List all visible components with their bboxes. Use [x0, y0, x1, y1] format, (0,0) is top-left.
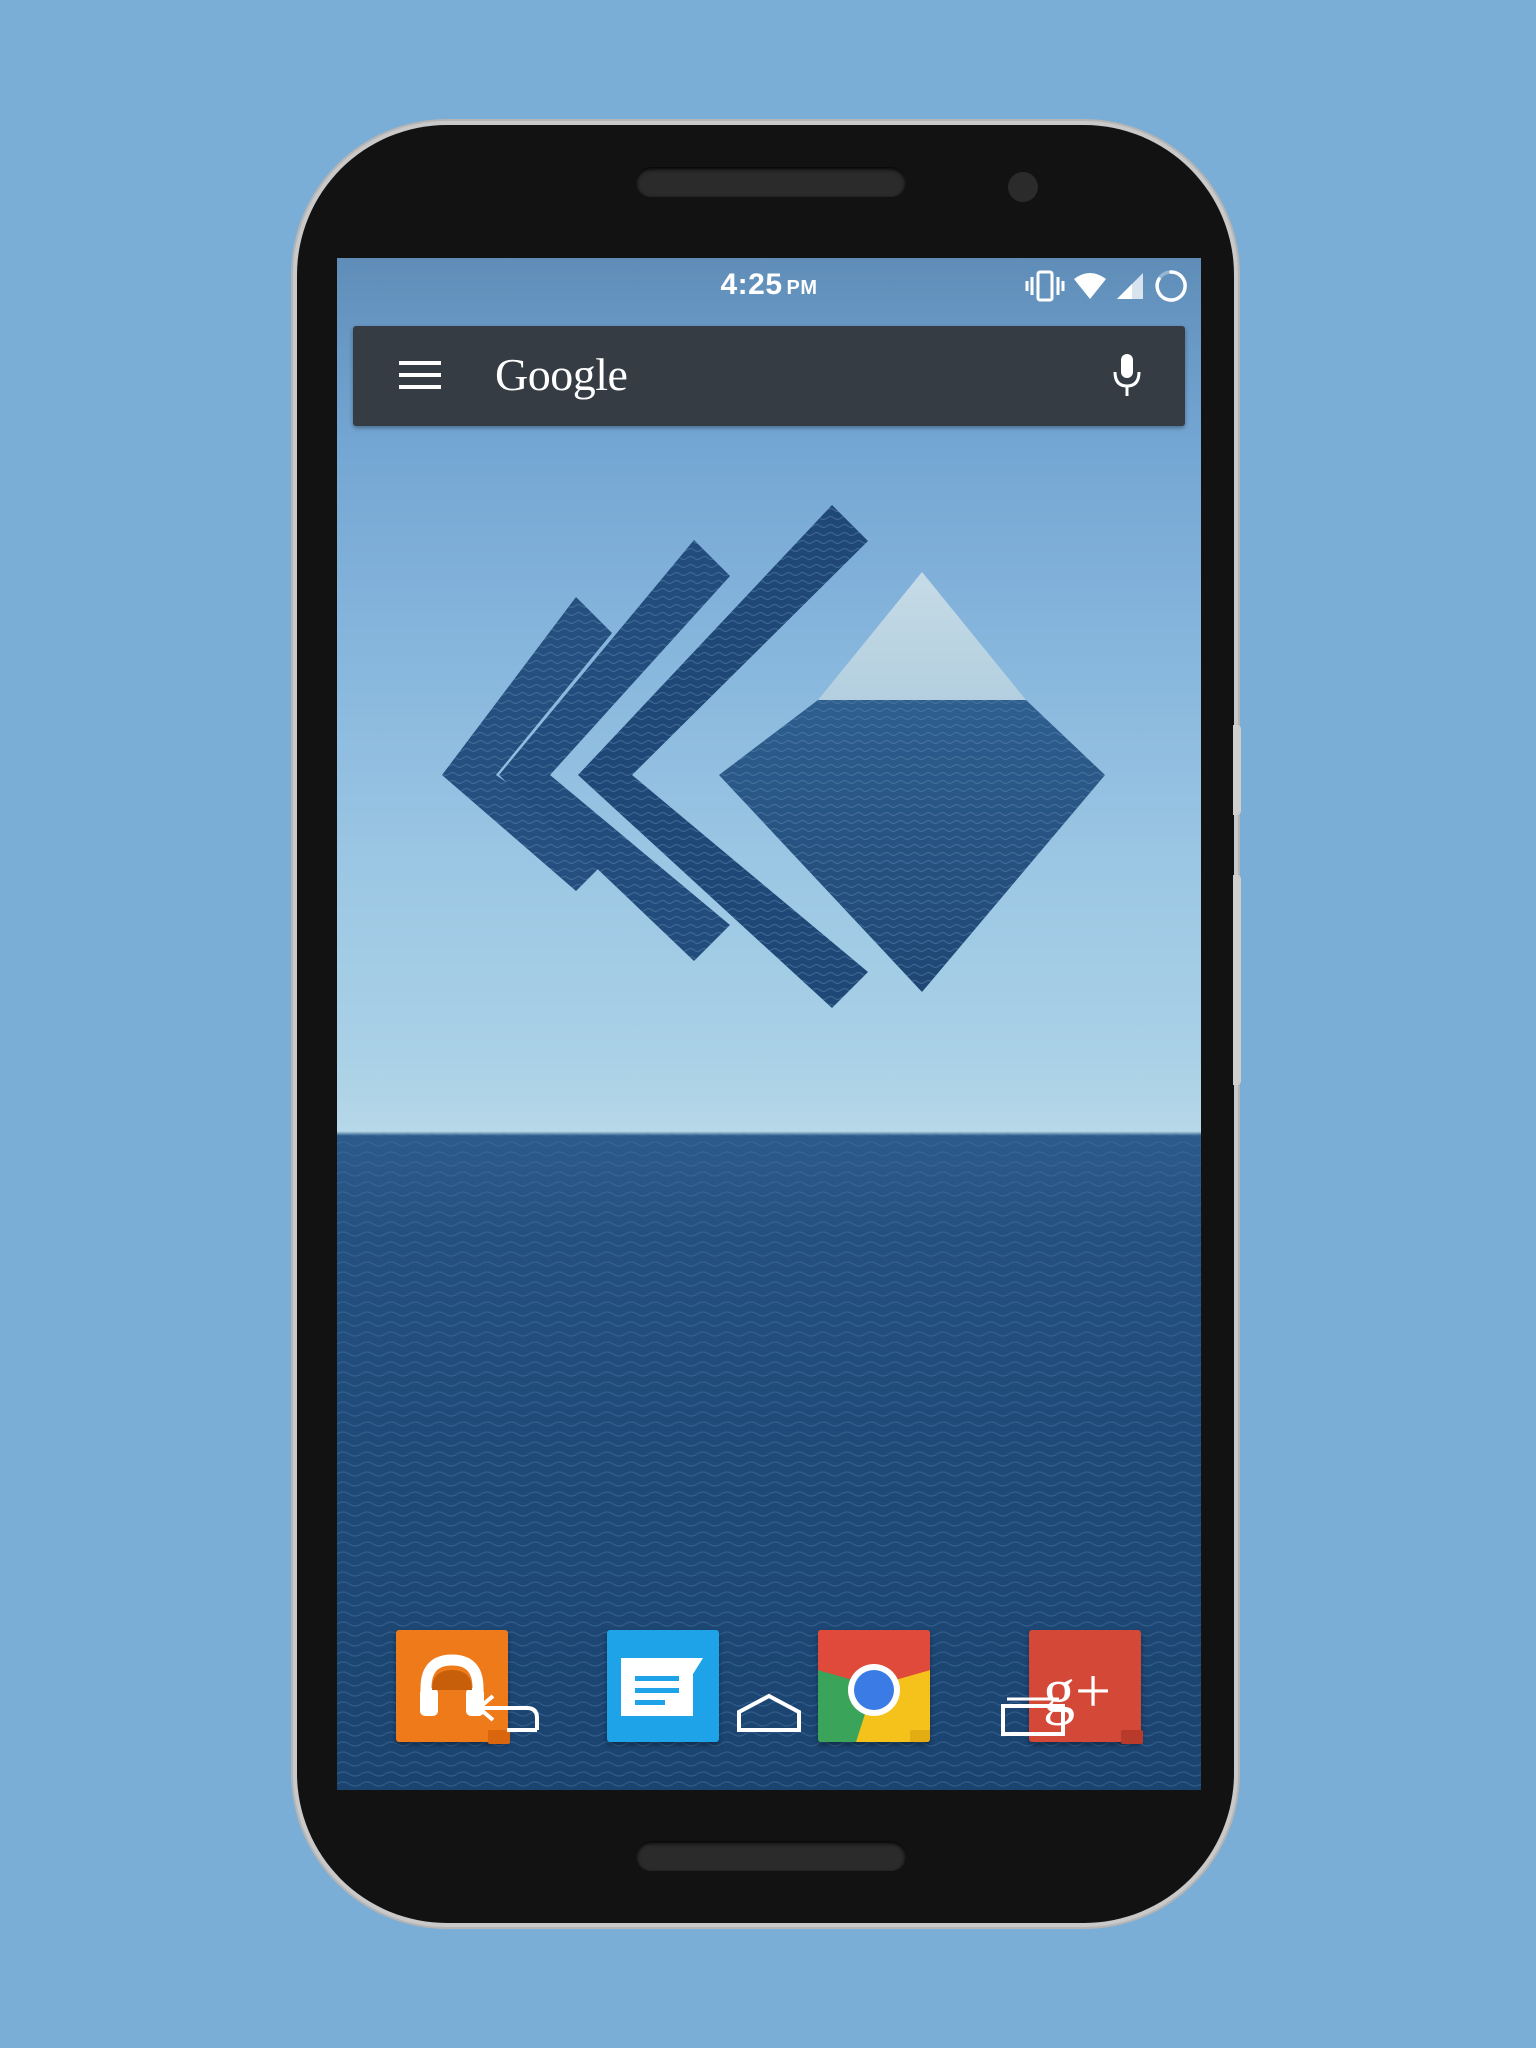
vibrate-icon — [1025, 270, 1065, 302]
status-bar[interactable]: 4:25 PM — [337, 258, 1201, 314]
chrome-icon — [818, 1630, 930, 1742]
front-camera — [1008, 172, 1038, 202]
volume-button — [1233, 875, 1241, 1085]
recents-icon[interactable] — [999, 1690, 1067, 1740]
wallpaper — [337, 505, 1201, 1790]
clock-ampm: PM — [786, 277, 818, 299]
signal-icon — [1117, 273, 1143, 299]
google-logo[interactable]: Google — [495, 348, 628, 401]
search-bar[interactable]: Google — [353, 326, 1185, 426]
app-fold-corner — [910, 1730, 930, 1742]
power-button — [1233, 725, 1241, 815]
app-chrome[interactable] — [818, 1630, 930, 1742]
top-speaker — [636, 167, 906, 197]
app-messenger[interactable] — [607, 1630, 719, 1742]
bottom-speaker — [636, 1841, 906, 1871]
wifi-icon — [1074, 273, 1106, 299]
app-fold-corner — [1121, 1730, 1143, 1744]
phone-device: 4:25 PM Google g+ — [297, 125, 1241, 1923]
home-icon[interactable] — [735, 1690, 803, 1740]
status-icons — [1025, 268, 1189, 304]
back-icon[interactable] — [471, 1690, 543, 1740]
message-icon — [621, 1658, 703, 1716]
mic-icon[interactable] — [1107, 352, 1147, 400]
home-screen: 4:25 PM Google g+ — [337, 258, 1201, 1790]
diamond-sky — [818, 572, 1026, 700]
clock-time: 4:25 — [720, 268, 783, 301]
battery-charging-icon — [1155, 270, 1187, 302]
menu-icon[interactable] — [399, 360, 443, 392]
